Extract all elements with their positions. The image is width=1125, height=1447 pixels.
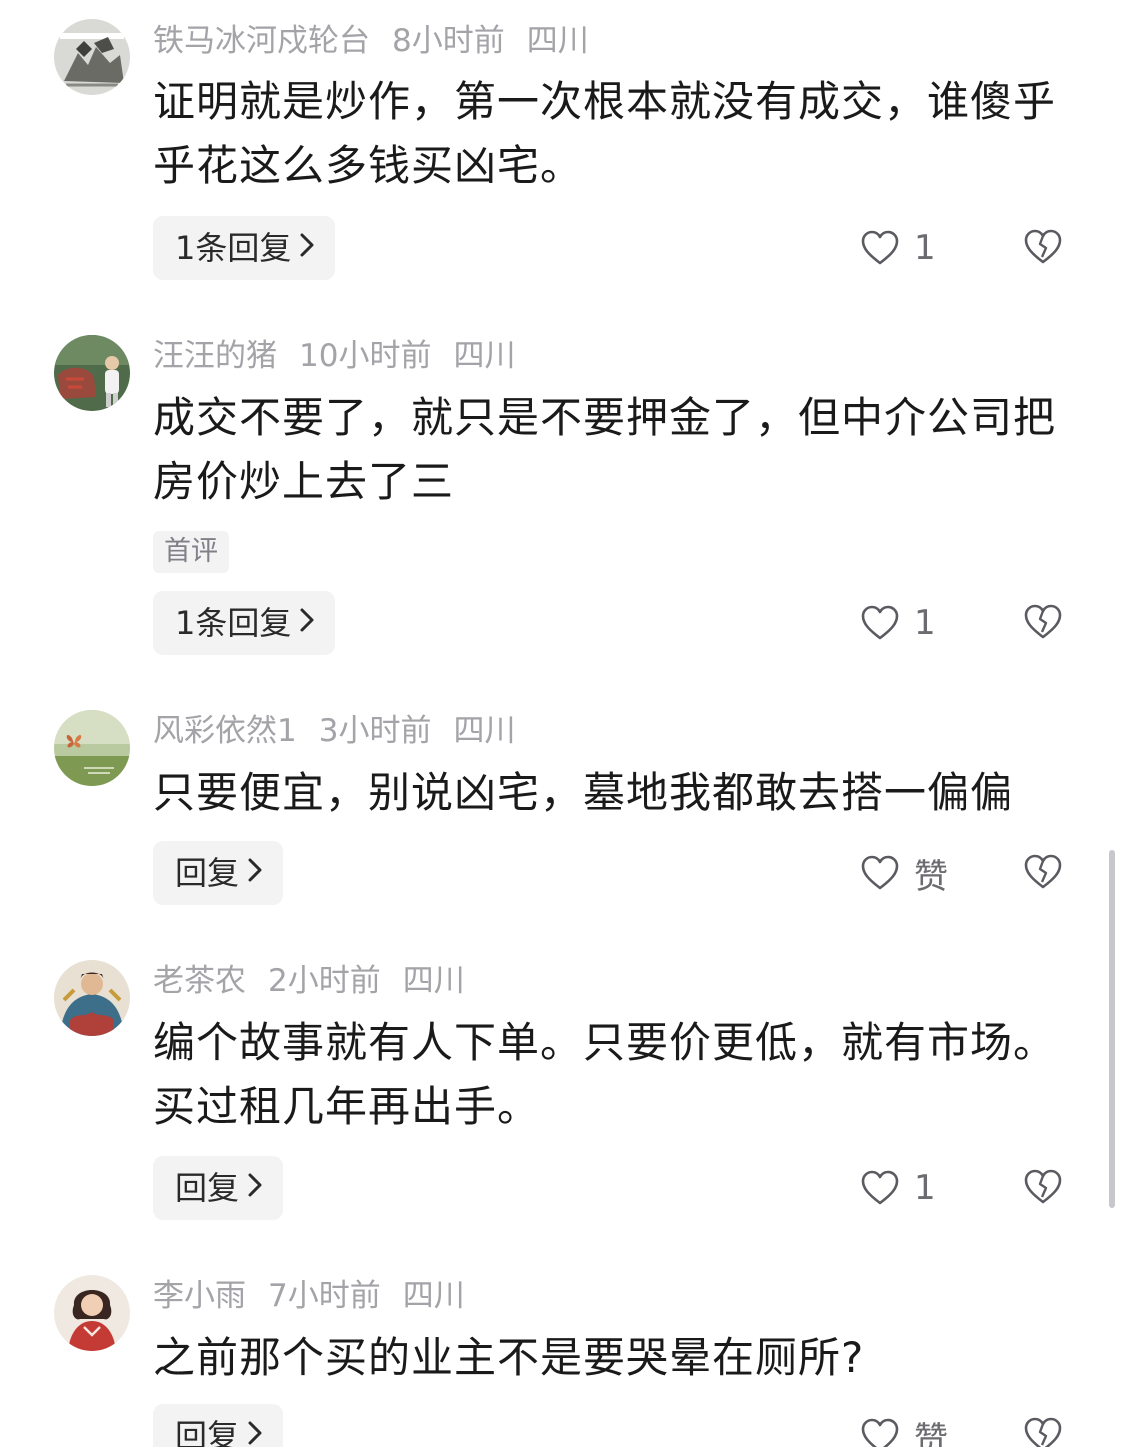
broken-heart-icon — [1024, 229, 1062, 264]
reply-button[interactable]: 回复 — [153, 840, 284, 905]
comment-location: 四川 — [526, 23, 589, 59]
avatar[interactable] — [54, 710, 130, 786]
like-button[interactable]: 1 — [860, 227, 936, 269]
avatar-butterfly-meadow — [54, 710, 130, 786]
like-button[interactable]: 1 — [860, 602, 936, 644]
like-count: 赞 — [914, 1419, 948, 1447]
heart-outline-icon — [861, 230, 899, 265]
avatar[interactable] — [54, 1275, 130, 1351]
comment-location: 四川 — [453, 338, 516, 374]
reply-label: 1条回复 — [175, 229, 292, 267]
avatar[interactable] — [54, 960, 130, 1036]
comment-time: 8小时前 — [392, 23, 505, 59]
comment-list-page: 铁马冰河戍轮台 8小时前 四川 证明就是炒作，第一次根本就没有成交，谁傻乎乎花这么多… — [0, 0, 1125, 1447]
dislike-button[interactable] — [1022, 1415, 1064, 1447]
heart-outline-icon — [861, 855, 899, 890]
avatar-girl-red-dress — [54, 1275, 130, 1351]
comment-meta: 李小雨 7小时前 四川 — [153, 1276, 487, 1316]
comment-text: 之前那个买的业主不是要哭晕在厕所? — [153, 1333, 865, 1382]
reply-label: 回复 — [175, 1417, 240, 1447]
comment-text: 证明就是炒作，第一次根本就没有成交，谁傻乎乎花这么多钱买凶宅。 — [153, 77, 1057, 190]
username[interactable]: 李小雨 — [153, 1278, 246, 1314]
heart-outline-icon — [861, 1418, 899, 1447]
like-count: 赞 — [914, 856, 948, 897]
username[interactable]: 老茶农 — [153, 963, 246, 999]
username[interactable]: 汪汪的猪 — [153, 338, 277, 374]
comment-meta: 风彩依然1 3小时前 四川 — [153, 711, 537, 751]
comment-meta: 铁马冰河戍轮台 8小时前 四川 — [153, 21, 611, 61]
broken-heart-icon — [1024, 1417, 1062, 1447]
dislike-button[interactable] — [1022, 602, 1064, 644]
chevron-right-icon — [247, 1155, 263, 1219]
reply-label: 1条回复 — [175, 604, 292, 642]
comment-text: 编个故事就有人下单。只要价更低，就有市场。买过租几年再出手。 — [153, 1018, 1057, 1131]
broken-heart-icon — [1024, 604, 1062, 639]
chevron-right-icon — [299, 590, 315, 654]
broken-heart-icon — [1024, 1169, 1062, 1204]
dislike-button[interactable] — [1022, 227, 1064, 269]
like-button[interactable]: 1 — [860, 1167, 936, 1209]
dislike-button[interactable] — [1022, 852, 1064, 894]
comment-meta: 老茶农 2小时前 四川 — [153, 961, 487, 1001]
comment-time: 10小时前 — [299, 338, 432, 374]
avatar-colorful-figure — [54, 960, 130, 1036]
username[interactable]: 风彩依然1 — [153, 713, 297, 749]
comment-location: 四川 — [453, 713, 516, 749]
like-button[interactable]: 赞 — [860, 852, 948, 897]
like-count: 1 — [914, 1168, 936, 1208]
dislike-button[interactable] — [1022, 1167, 1064, 1209]
avatar[interactable] — [54, 19, 130, 95]
chevron-right-icon — [247, 1403, 263, 1447]
like-count: 1 — [914, 228, 936, 268]
comment-time: 2小时前 — [268, 963, 381, 999]
reply-button[interactable]: 回复 — [153, 1403, 284, 1447]
avatar-person-with-rock — [54, 335, 130, 411]
like-count: 1 — [914, 603, 936, 643]
first-comment-badge: 首评 — [153, 531, 229, 573]
broken-heart-icon — [1024, 854, 1062, 889]
reply-label: 回复 — [175, 854, 240, 892]
like-button[interactable]: 赞 — [860, 1415, 948, 1447]
username[interactable]: 铁马冰河戍轮台 — [153, 23, 370, 59]
comment-time: 7小时前 — [268, 1278, 381, 1314]
chevron-right-icon — [299, 215, 315, 279]
scrollbar[interactable] — [1109, 850, 1115, 1208]
comment-text: 只要便宜，别说凶宅，墓地我都敢去搭一偏偏 — [153, 768, 1014, 817]
heart-outline-icon — [861, 605, 899, 640]
comment-text: 成交不要了，就只是不要押金了，但中介公司把房价炒上去了三 — [153, 393, 1057, 506]
heart-outline-icon — [861, 1170, 899, 1205]
view-replies-button[interactable]: 1条回复 — [153, 215, 336, 280]
comment-time: 3小时前 — [318, 713, 432, 749]
view-replies-button[interactable]: 1条回复 — [153, 590, 336, 655]
reply-label: 回复 — [175, 1169, 240, 1207]
avatar-warrior-sketch — [54, 19, 130, 95]
reply-button[interactable]: 回复 — [153, 1155, 284, 1220]
comment-location: 四川 — [402, 1278, 465, 1314]
avatar[interactable] — [54, 335, 130, 411]
chevron-right-icon — [247, 840, 263, 904]
comment-location: 四川 — [402, 963, 465, 999]
comment-meta: 汪汪的猪 10小时前 四川 — [153, 336, 537, 376]
